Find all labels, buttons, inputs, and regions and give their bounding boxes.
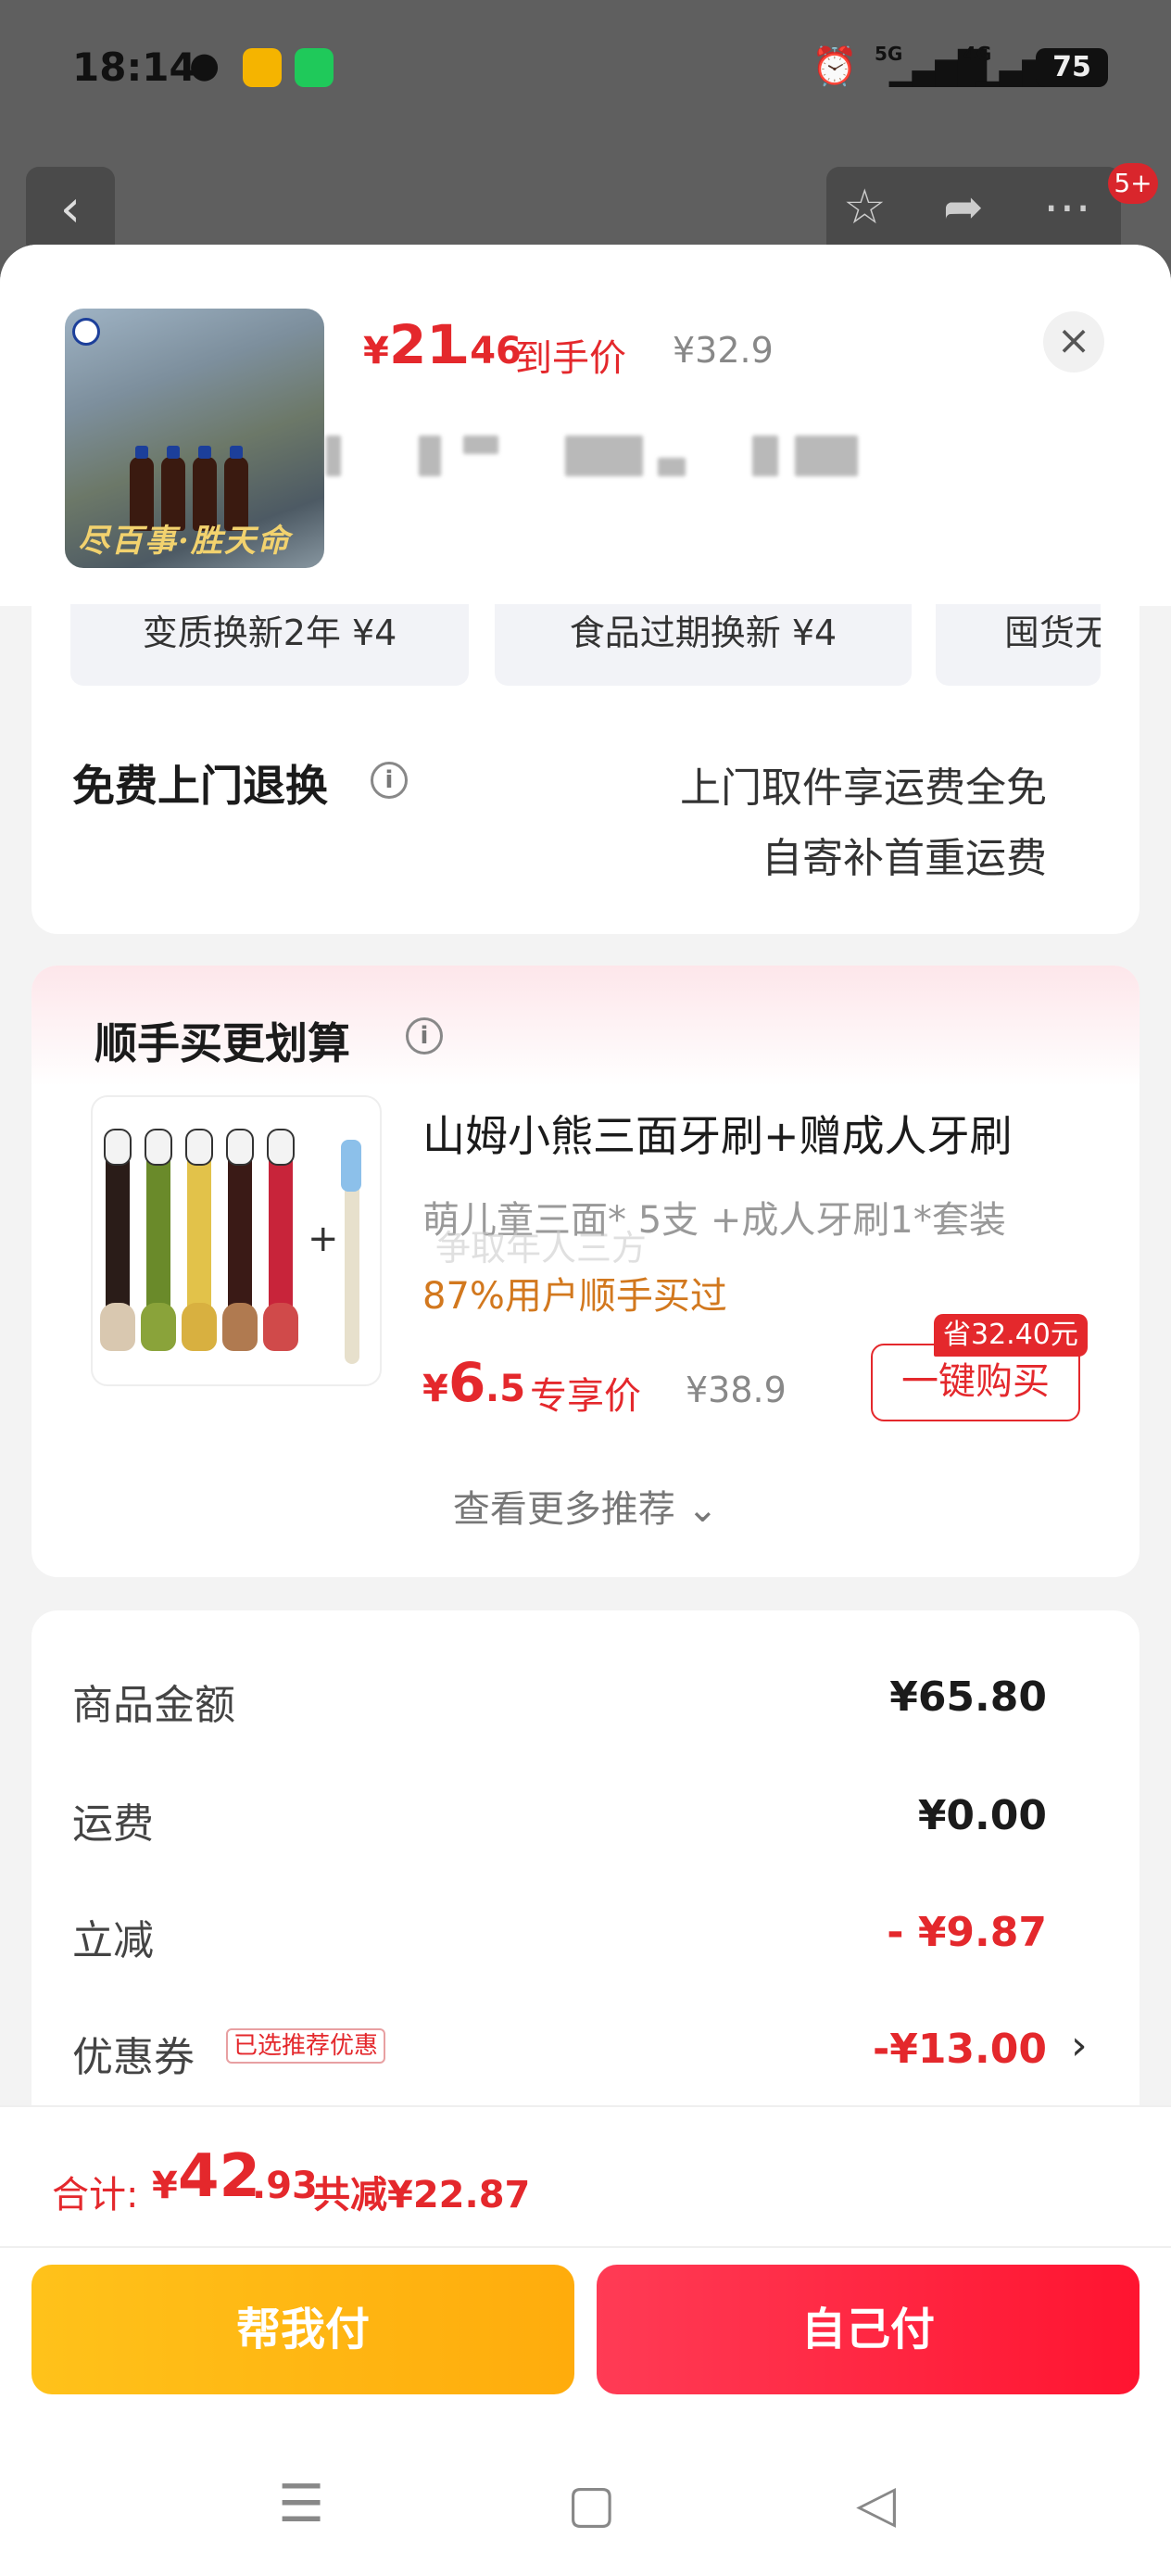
- blurred-spec: [463, 436, 498, 454]
- blurred-spec: [565, 436, 643, 476]
- goods-amount-value: ¥65.80: [889, 1673, 1047, 1721]
- home-nav-icon[interactable]: ▢: [567, 2474, 616, 2534]
- more-icon[interactable]: ⋯: [1043, 180, 1091, 235]
- shipping-value: ¥0.00: [917, 1792, 1047, 1839]
- weibo-icon: [243, 48, 282, 87]
- more-recommend-link[interactable]: 查看更多推荐 ⌄: [0, 1479, 1171, 1533]
- blurred-spec: [658, 458, 686, 476]
- info-icon[interactable]: i: [406, 1017, 443, 1054]
- status-time: 18:14: [72, 44, 196, 90]
- price-label: 到手价: [515, 337, 626, 380]
- coupon-recommended-tag: 已选推荐优惠: [226, 2028, 386, 2064]
- price-integer: 21: [389, 313, 464, 376]
- recommend-product-name[interactable]: 山姆小熊三面牙刷+赠成人牙刷: [422, 1103, 1013, 1164]
- message-app-icon: [295, 48, 334, 87]
- recommend-price-label: 专享价: [530, 1375, 641, 1418]
- notification-badge: 5+: [1108, 163, 1158, 204]
- price-decimal: .46: [456, 330, 522, 373]
- divider: [0, 2246, 1171, 2248]
- recommend-price-decimal: .5: [485, 1368, 526, 1410]
- self-pay-button[interactable]: 自己付: [597, 2265, 1140, 2394]
- free-return-line1: 上门取件享运费全免: [680, 764, 1047, 812]
- service-chip-spoil[interactable]: 变质换新2年 ¥4: [70, 604, 469, 686]
- total-integer: 42: [178, 2142, 261, 2211]
- service-chip-expire[interactable]: 食品过期换新 ¥4: [495, 604, 912, 686]
- divider: [0, 2105, 1171, 2107]
- blurred-spec: [752, 436, 778, 476]
- recommend-title: 顺手买更划算: [94, 1018, 350, 1068]
- price-symbol: ¥: [363, 330, 389, 373]
- blurred-spec: [419, 436, 441, 476]
- recommend-buyers: 87%用户顺手买过: [422, 1275, 727, 1318]
- total-label: 合计:: [52, 2174, 139, 2216]
- share-icon[interactable]: ➦: [943, 180, 984, 235]
- close-icon[interactable]: ×: [1043, 311, 1104, 373]
- recommend-product-image[interactable]: +: [91, 1095, 382, 1386]
- instant-discount-label: 立减: [72, 1917, 154, 1964]
- total-symbol: ¥: [152, 2165, 178, 2207]
- blurred-spec: [326, 436, 341, 476]
- blurred-spec: [795, 436, 858, 476]
- instant-discount-value: - ¥9.87: [887, 1909, 1047, 1956]
- service-chip-stock[interactable]: 囤货无: [936, 604, 1101, 686]
- save-badge: 省32.40元: [934, 1314, 1088, 1357]
- original-price: ¥32.9: [673, 330, 774, 371]
- total-decimal: .93: [252, 2165, 318, 2207]
- shipping-label: 运费: [72, 1800, 154, 1848]
- total-saved: 共减¥22.87: [313, 2174, 531, 2216]
- wechat-icon: ●: [189, 44, 220, 85]
- goods-amount-label: 商品金额: [72, 1682, 235, 1729]
- recommend-original-price: ¥38.9: [686, 1370, 787, 1410]
- back-icon[interactable]: ‹: [26, 167, 115, 256]
- alarm-icon: ⏰: [812, 45, 858, 88]
- free-return-title: 免费上门退换: [72, 761, 328, 811]
- help-pay-button[interactable]: 帮我付: [31, 2265, 574, 2394]
- coupon-value[interactable]: -¥13.00: [873, 2026, 1047, 2073]
- back-nav-icon[interactable]: ◁: [856, 2474, 896, 2534]
- free-return-line2: 自寄补首重运费: [762, 835, 1047, 882]
- menu-nav-icon[interactable]: ☰: [278, 2474, 324, 2534]
- recommend-price-integer: 6: [448, 1351, 486, 1414]
- recommend-price-symbol: ¥: [422, 1368, 448, 1410]
- chevron-right-icon[interactable]: ›: [1071, 2022, 1088, 2069]
- brand-logo-icon: [72, 318, 100, 346]
- recommend-ghost-text: 争取年人三方: [435, 1228, 648, 1269]
- coupon-label[interactable]: 优惠券: [72, 2024, 195, 2083]
- info-icon[interactable]: i: [371, 762, 408, 799]
- product-slogan: 尽百事·胜天命: [78, 523, 291, 560]
- battery-icon: 75: [1036, 48, 1108, 87]
- product-image: 尽百事·胜天命: [65, 309, 324, 568]
- favorite-star-icon[interactable]: ☆: [843, 180, 887, 235]
